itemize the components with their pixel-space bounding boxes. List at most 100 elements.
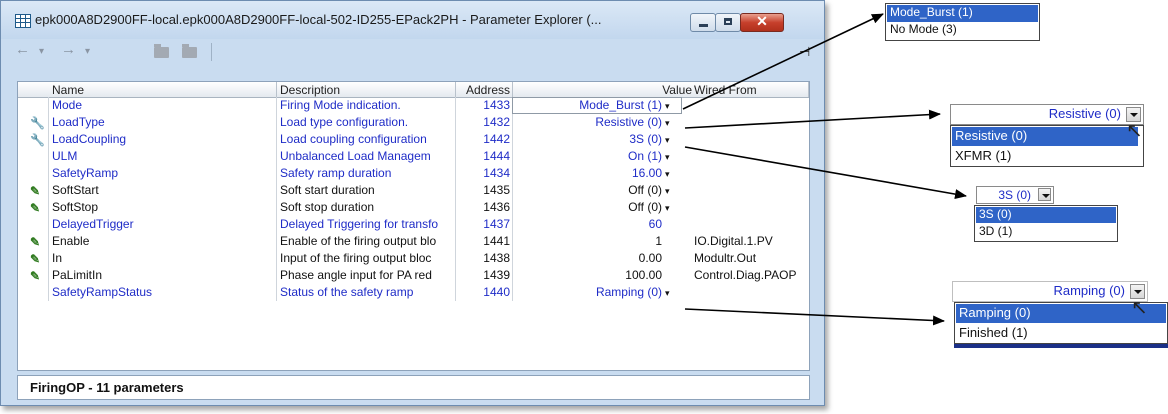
pin-icon[interactable]: ⊣ xyxy=(799,44,810,60)
chevron-down-icon[interactable]: ▾ xyxy=(665,135,670,146)
toolbar: ← ▾ → ▾ ⊣ xyxy=(9,39,816,65)
grid-header: Name Description Address Value Wired Fro… xyxy=(18,82,809,98)
coupling-option-3s[interactable]: 3S (0) xyxy=(976,207,1116,223)
column-divider[interactable] xyxy=(455,82,456,97)
chevron-down-icon[interactable] xyxy=(1038,188,1051,201)
param-wired-from: Modultr.Out xyxy=(694,251,757,265)
ramp-status-popup: Ramping (0) Ramping (0) Finished (1) ↖ xyxy=(946,281,1168,353)
ramp-status-combo-value: Ramping (0) xyxy=(1053,283,1125,298)
table-row[interactable]: ULM Unbalanced Load Managem 1444 On (1) ▾ xyxy=(18,148,809,165)
param-value[interactable]: Off (0) xyxy=(514,183,662,197)
chevron-down-icon[interactable]: ▾ xyxy=(665,203,670,214)
loadtype-popup: Resistive (0) Resistive (0) XFMR (1) ↖ xyxy=(946,104,1144,168)
mode-option-burst[interactable]: Mode_Burst (1) xyxy=(887,5,1038,22)
param-description: Input of the firing output bloc xyxy=(280,251,432,265)
mouse-cursor-icon: ↖ xyxy=(1131,297,1148,319)
loadtype-combo[interactable]: Resistive (0) xyxy=(950,104,1144,125)
chevron-down-icon[interactable]: ▾ xyxy=(665,186,670,197)
table-row[interactable]: SafetyRampStatus Status of the safety ram… xyxy=(18,284,809,301)
chevron-down-icon[interactable]: ▾ xyxy=(665,101,670,112)
param-name: SafetyRamp xyxy=(52,166,119,180)
param-name: ULM xyxy=(52,149,78,163)
loadtype-option-resistive[interactable]: Resistive (0) xyxy=(952,127,1138,146)
param-address: 1435 xyxy=(483,183,510,197)
table-row[interactable]: ✎ Enable Enable of the firing output blo 14… xyxy=(18,233,809,250)
table-row[interactable]: 🔧 LoadCoupling Load coupling configuration… xyxy=(18,131,809,148)
forward-dropdown-icon[interactable]: ▾ xyxy=(85,46,90,57)
table-row[interactable]: ✎ SoftStart Soft start duration 1435 Off (0)… xyxy=(18,182,809,199)
table-row[interactable]: ✎ SoftStop Soft stop duration 1436 Off (0) ▾ xyxy=(18,199,809,216)
table-row[interactable]: Mode Firing Mode indication. 1433 Mode_Burs… xyxy=(18,97,809,114)
param-address: 1442 xyxy=(483,132,510,146)
param-value[interactable]: Off (0) xyxy=(514,200,662,214)
loadtype-combo-value: Resistive (0) xyxy=(1048,106,1121,121)
column-divider[interactable] xyxy=(276,82,277,97)
param-address: 1440 xyxy=(483,285,510,299)
param-name: SoftStop xyxy=(52,200,99,214)
folder-icon[interactable] xyxy=(154,44,169,58)
table-icon xyxy=(15,14,31,28)
param-name: In xyxy=(52,251,63,265)
pencil-icon: ✎ xyxy=(30,252,41,266)
param-value[interactable]: Ramping (0) xyxy=(514,285,662,299)
coupling-option-3d[interactable]: 3D (1) xyxy=(976,224,1116,240)
param-value[interactable]: On (1) xyxy=(514,149,662,163)
loadtype-option-xfmr[interactable]: XFMR (1) xyxy=(952,147,1138,166)
table-row[interactable]: DelayedTrigger Delayed Triggering for tra… xyxy=(18,216,809,233)
column-header-value[interactable]: Value xyxy=(618,83,692,97)
coupling-popup: 3S (0) 3S (0) 3D (1) xyxy=(970,186,1118,244)
window-title: epk000A8D2900FF-local.epk000A8D2900FF-lo… xyxy=(35,12,602,27)
param-description: Load coupling configuration xyxy=(280,132,427,146)
close-button[interactable]: ✕ xyxy=(740,13,784,32)
param-description: Unbalanced Load Managem xyxy=(280,149,431,163)
param-description: Soft stop duration xyxy=(280,200,375,214)
param-value[interactable]: 1 xyxy=(514,234,662,248)
param-value[interactable]: 60 xyxy=(514,217,662,231)
chevron-down-icon[interactable]: ▾ xyxy=(665,118,670,129)
ramp-status-combo[interactable]: Ramping (0) xyxy=(952,281,1148,302)
pencil-icon: ✎ xyxy=(30,269,41,283)
chevron-down-icon[interactable]: ▾ xyxy=(665,169,670,180)
param-address: 1432 xyxy=(483,115,510,129)
back-arrow-icon[interactable]: ← xyxy=(15,41,30,58)
param-name: Mode xyxy=(52,98,83,112)
param-name: DelayedTrigger xyxy=(52,217,134,231)
param-value[interactable]: 16.00 xyxy=(514,166,662,180)
table-row[interactable]: ✎ PaLimitIn Phase angle input for PA red 14… xyxy=(18,267,809,284)
back-dropdown-icon[interactable]: ▾ xyxy=(39,46,44,57)
column-header-description[interactable]: Description xyxy=(280,83,340,97)
chevron-down-icon[interactable]: ▾ xyxy=(665,152,670,163)
maximize-button[interactable] xyxy=(715,13,741,32)
wrench-icon: 🔧 xyxy=(30,116,45,130)
param-value[interactable]: Mode_Burst (1) xyxy=(514,98,662,112)
minimize-button[interactable] xyxy=(690,13,716,32)
table-row[interactable]: SafetyRamp Safety ramp duration 1434 16.00 ▾ xyxy=(18,165,809,182)
mode-options-popup: Mode_Burst (1) No Mode (3) xyxy=(885,3,1040,41)
column-header-wired-from[interactable]: Wired From xyxy=(694,83,757,97)
status-footer: FiringOP - 11 parameters xyxy=(17,375,810,400)
column-divider[interactable] xyxy=(808,82,809,97)
title-bar[interactable]: epk000A8D2900FF-local.epk000A8D2900FF-lo… xyxy=(1,1,824,39)
table-row[interactable]: ✎ In Input of the firing output bloc 1438 0.… xyxy=(18,250,809,267)
column-header-name[interactable]: Name xyxy=(52,83,84,97)
param-description: Safety ramp duration xyxy=(280,166,392,180)
mode-option-nomode[interactable]: No Mode (3) xyxy=(887,22,1038,39)
param-value[interactable]: 0.00 xyxy=(514,251,662,265)
param-description: Phase angle input for PA red xyxy=(280,268,432,282)
param-name: LoadType xyxy=(52,115,105,129)
param-address: 1434 xyxy=(483,166,510,180)
table-row[interactable]: 🔧 LoadType Load type configuration. 1432 Res… xyxy=(18,114,809,131)
column-header-address[interactable]: Address xyxy=(460,83,510,97)
param-value[interactable]: 3S (0) xyxy=(514,132,662,146)
param-name: Enable xyxy=(52,234,90,248)
column-divider[interactable] xyxy=(512,82,513,97)
chevron-down-icon[interactable]: ▾ xyxy=(665,288,670,299)
param-value[interactable]: Resistive (0) xyxy=(514,115,662,129)
forward-arrow-icon[interactable]: → xyxy=(61,41,76,58)
param-name: PaLimitIn xyxy=(52,268,103,282)
coupling-combo[interactable]: 3S (0) xyxy=(976,186,1054,204)
folder-up-icon[interactable] xyxy=(182,44,197,58)
ramp-option-finished[interactable]: Finished (1) xyxy=(956,324,1166,343)
pencil-icon: ✎ xyxy=(30,235,41,249)
param-value[interactable]: 100.00 xyxy=(514,268,662,282)
